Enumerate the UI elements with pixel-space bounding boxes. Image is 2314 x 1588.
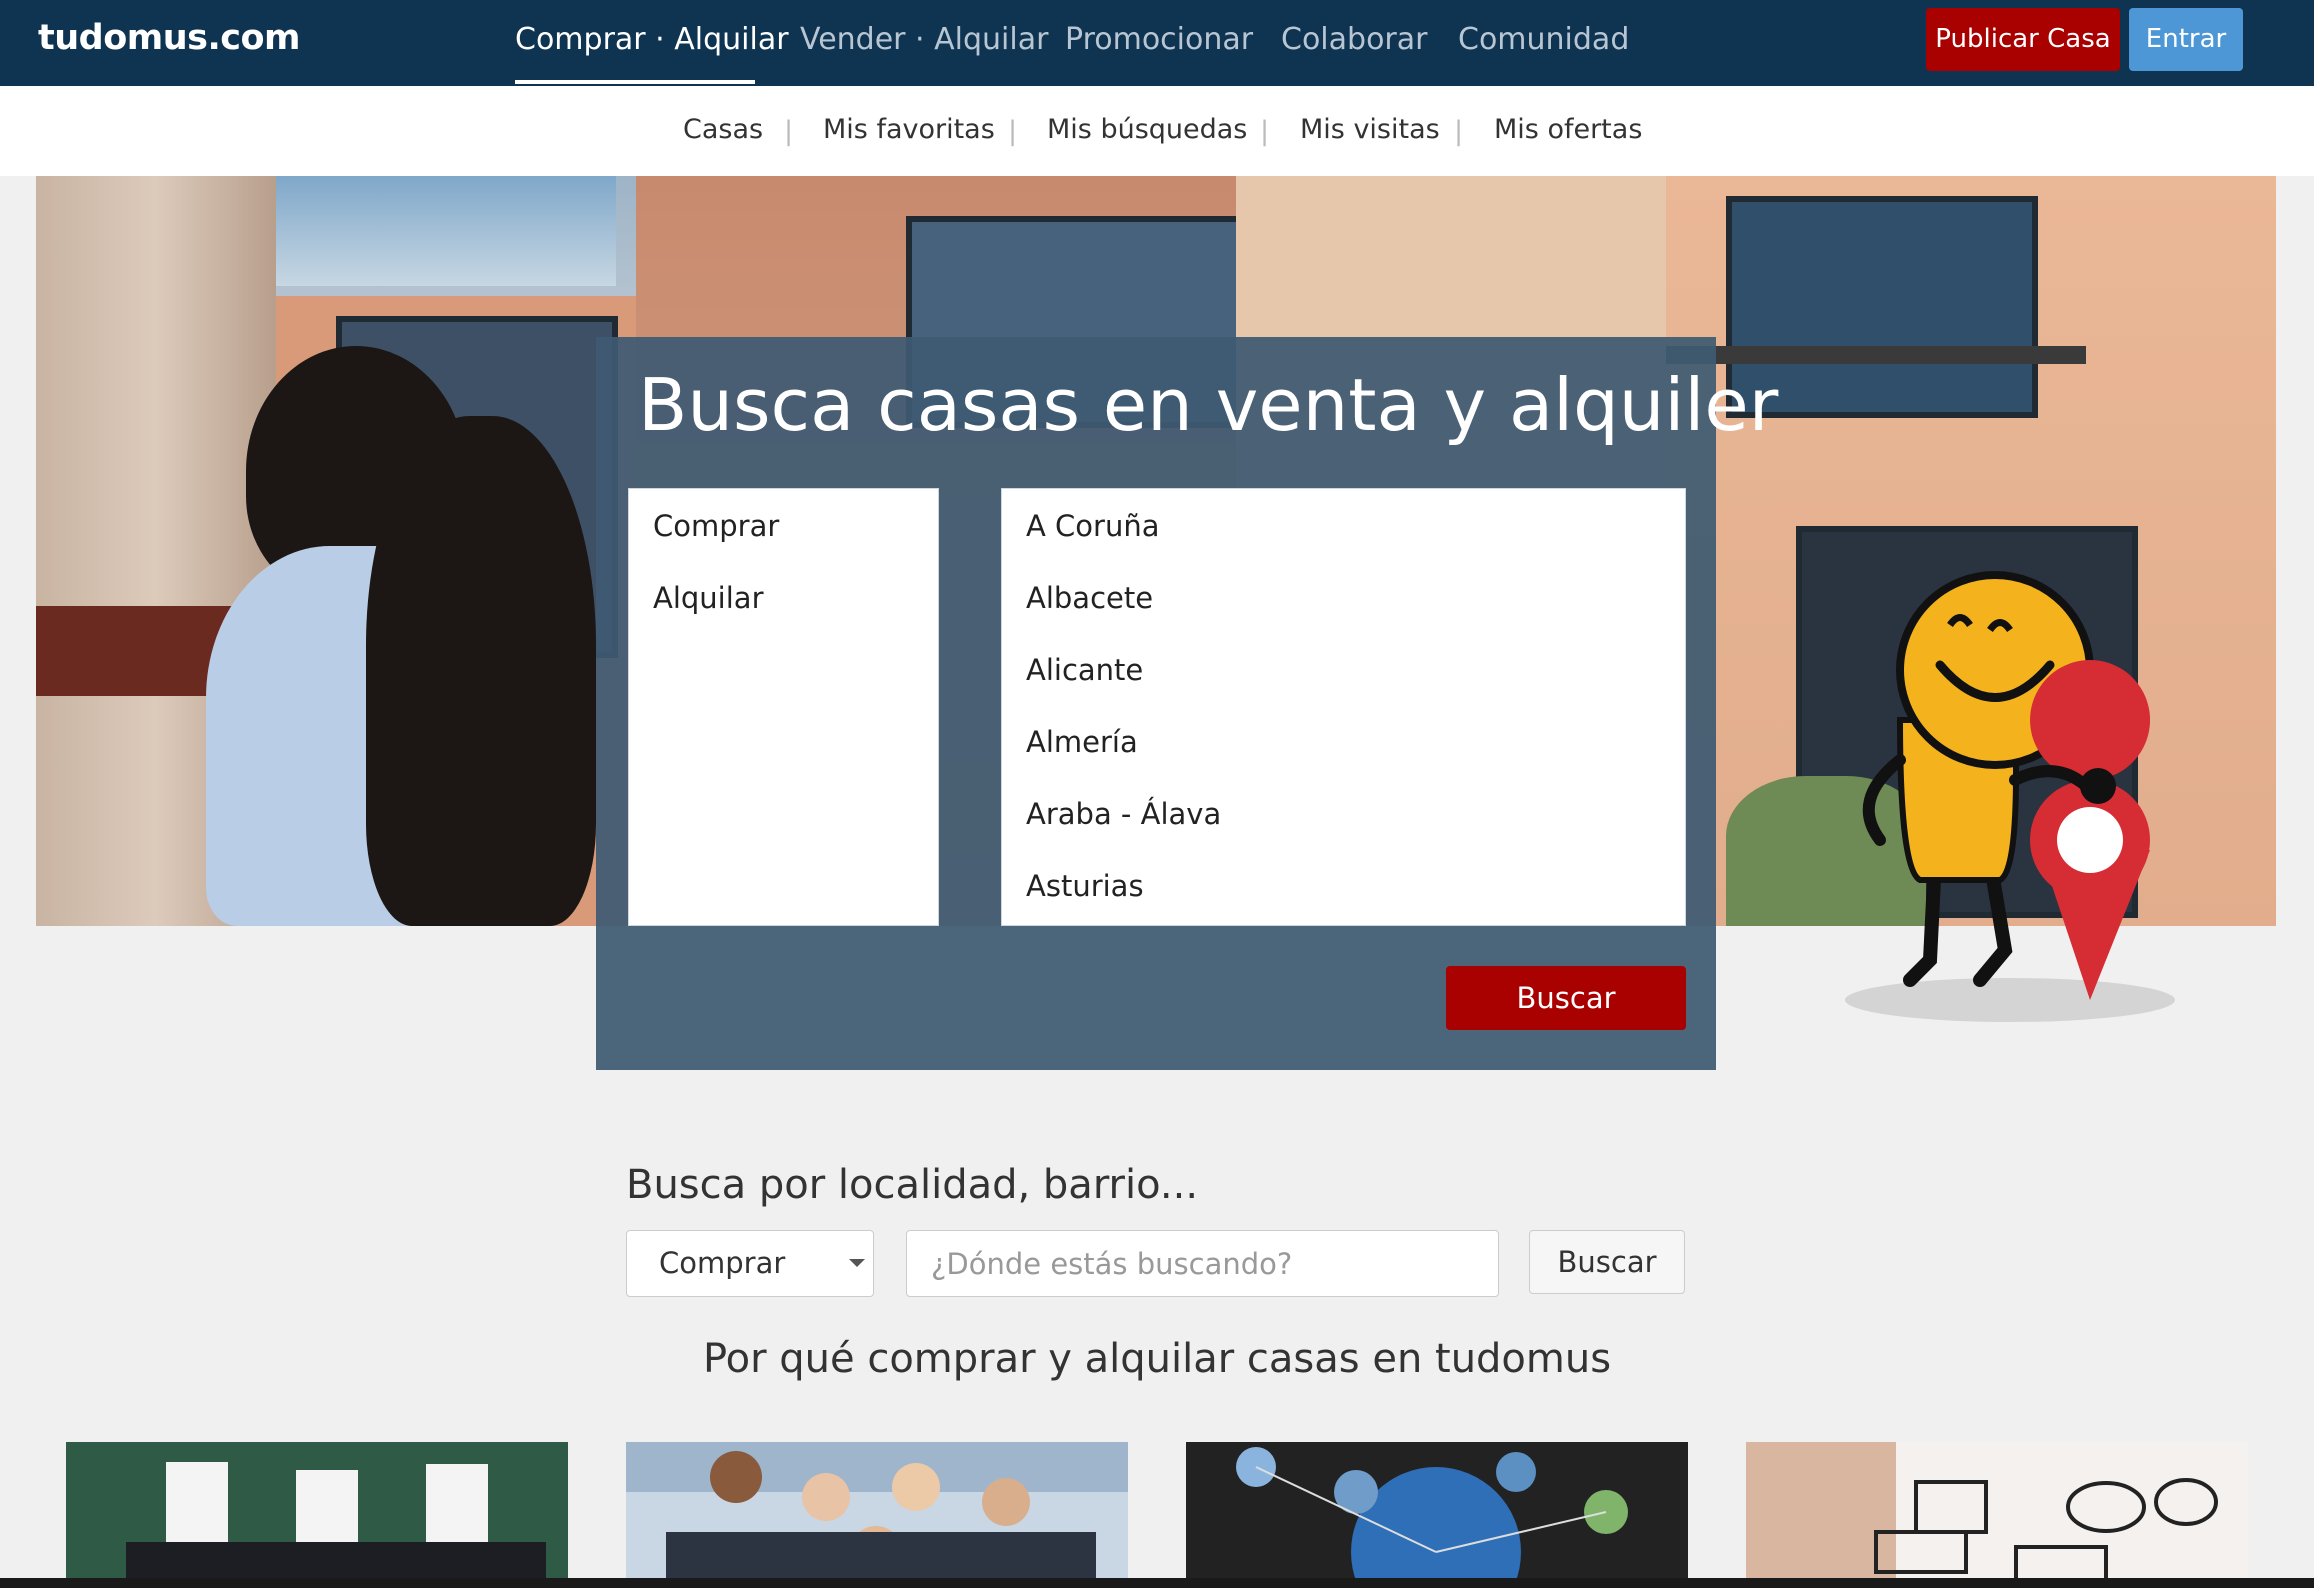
subnav-separator: | <box>1260 116 1270 147</box>
subnav-mis-favoritas[interactable]: Mis favoritas <box>823 114 995 145</box>
flowchart-drawing-image <box>1746 1442 2248 1588</box>
subnav-mis-visitas[interactable]: Mis visitas <box>1300 114 1440 145</box>
operation-select-value: Comprar <box>659 1246 786 1280</box>
feature-card-image[interactable] <box>1186 1442 1688 1588</box>
top-navbar: tudomus.com Comprar · Alquilar Vender · … <box>0 0 2314 86</box>
locality-search-title: Busca por localidad, barrio... <box>626 1162 1199 1208</box>
site-logo[interactable]: tudomus.com <box>38 18 301 58</box>
province-option[interactable]: Alicante <box>1026 653 1143 687</box>
subnav-casas[interactable]: Casas <box>683 114 763 145</box>
business-team-image <box>626 1442 1128 1588</box>
hero-buscar-button[interactable]: Buscar <box>1446 966 1686 1030</box>
location-search-input[interactable] <box>906 1230 1499 1297</box>
subnav-separator: | <box>1008 116 1018 147</box>
nav-colaborar[interactable]: Colaborar <box>1281 22 1427 57</box>
feature-card-image[interactable] <box>626 1442 1128 1588</box>
nav-promocionar[interactable]: Promocionar <box>1065 22 1253 57</box>
operation-select[interactable]: Comprar <box>626 1230 874 1297</box>
feature-card-image[interactable] <box>1746 1442 2248 1588</box>
feature-card-image[interactable] <box>66 1442 568 1588</box>
subnav-mis-busquedas[interactable]: Mis búsquedas <box>1047 114 1247 145</box>
caret-down-icon <box>849 1259 865 1267</box>
why-section-title: Por qué comprar y alquilar casas en tudo… <box>702 1336 1612 1382</box>
subnav-mis-ofertas[interactable]: Mis ofertas <box>1494 114 1642 145</box>
people-holding-papers-image <box>66 1442 568 1588</box>
operation-option-comprar[interactable]: Comprar <box>653 509 779 543</box>
active-nav-indicator <box>515 80 755 84</box>
operation-listbox[interactable]: Comprar Alquilar <box>628 488 939 926</box>
publicar-casa-button[interactable]: Publicar Casa <box>1926 8 2120 71</box>
province-option[interactable]: Araba - Álava <box>1026 797 1221 831</box>
nav-comunidad[interactable]: Comunidad <box>1458 22 1629 57</box>
province-option[interactable]: A Coruña <box>1026 509 1160 543</box>
operation-option-alquilar[interactable]: Alquilar <box>653 581 764 615</box>
nav-comprar-alquilar[interactable]: Comprar · Alquilar <box>515 22 789 57</box>
subnav-separator: | <box>784 116 794 147</box>
hero-search-panel: Busca casas en venta y alquiler Comprar … <box>596 337 1778 1070</box>
province-option[interactable]: Almería <box>1026 725 1138 759</box>
nav-vender-alquilar[interactable]: Vender · Alquilar <box>800 22 1048 57</box>
subnav-separator: | <box>1454 116 1464 147</box>
bottom-edge <box>0 1578 2314 1588</box>
sub-navbar: Casas | Mis favoritas | Mis búsquedas | … <box>0 86 2314 176</box>
hero-search-title: Busca casas en venta y alquiler <box>638 363 1779 447</box>
global-network-image <box>1186 1442 1688 1588</box>
keyhole-mascot-icon <box>1845 571 2175 1022</box>
province-listbox[interactable]: A Coruña Albacete Alicante Almería Araba… <box>1001 488 1686 926</box>
province-option[interactable]: Asturias <box>1026 869 1144 903</box>
locality-buscar-button[interactable]: Buscar <box>1529 1230 1685 1294</box>
province-option[interactable]: Albacete <box>1026 581 1153 615</box>
entrar-button[interactable]: Entrar <box>2129 8 2243 71</box>
